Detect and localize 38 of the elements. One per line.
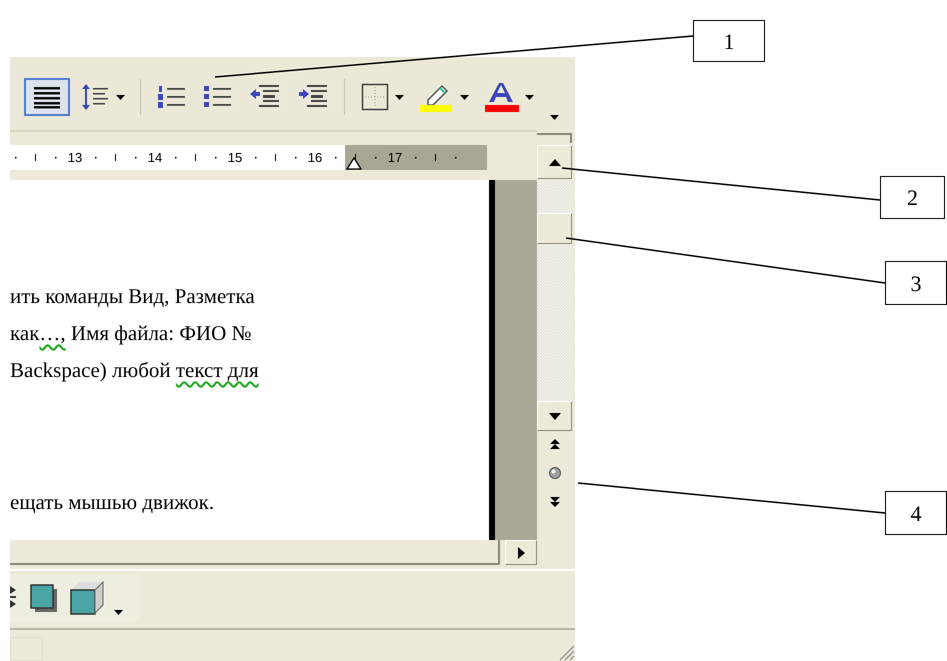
ruler-number: 13 — [66, 149, 84, 167]
ruler-number: 14 — [146, 149, 164, 167]
caret-icon — [550, 115, 558, 120]
highlighter-icon — [420, 82, 454, 112]
justify-button[interactable] — [24, 78, 70, 116]
ruler-number: 16 — [306, 149, 324, 167]
text-line: ить команды Вид, Разметка — [10, 283, 255, 310]
previous-page-button[interactable] — [550, 439, 560, 451]
callout-number: 4 — [885, 491, 947, 535]
scroll-down-button[interactable] — [537, 401, 572, 431]
shadow-style-button[interactable] — [30, 583, 58, 613]
3d-style-button[interactable] — [70, 581, 123, 615]
ruler-number: 17 — [386, 149, 404, 167]
callout-number: 1 — [693, 20, 765, 62]
arrow-style-button[interactable] — [10, 586, 18, 610]
indent-marker-icon[interactable] — [346, 157, 362, 170]
right-arrow-icon — [518, 546, 524, 558]
justify-icon — [33, 85, 61, 109]
shadow-square-icon — [30, 583, 58, 613]
ruler-number: 15 — [226, 149, 244, 167]
numbering-icon — [157, 83, 187, 111]
line-spacing-icon — [80, 83, 110, 111]
scroll-up-button[interactable] — [537, 145, 572, 179]
resize-grip-icon[interactable] — [557, 643, 575, 661]
scroll-thumb[interactable] — [537, 213, 572, 244]
scroll-right-button[interactable] — [505, 540, 537, 565]
cube-icon — [70, 581, 104, 615]
borders-icon — [361, 83, 389, 111]
text-line: ещать мышью движок. — [10, 489, 214, 516]
down-arrow-icon — [548, 412, 560, 420]
text-line: как…, Имя файла: ФИО № — [10, 320, 252, 347]
font-color-icon — [485, 82, 519, 112]
callout-number: 3 — [885, 261, 947, 305]
select-browse-object-button[interactable] — [548, 467, 560, 479]
text-line: Backspace) любой текст для — [10, 357, 259, 384]
next-page-button[interactable] — [550, 495, 560, 507]
up-arrow-icon — [548, 158, 560, 166]
callout-number: 2 — [880, 176, 945, 219]
